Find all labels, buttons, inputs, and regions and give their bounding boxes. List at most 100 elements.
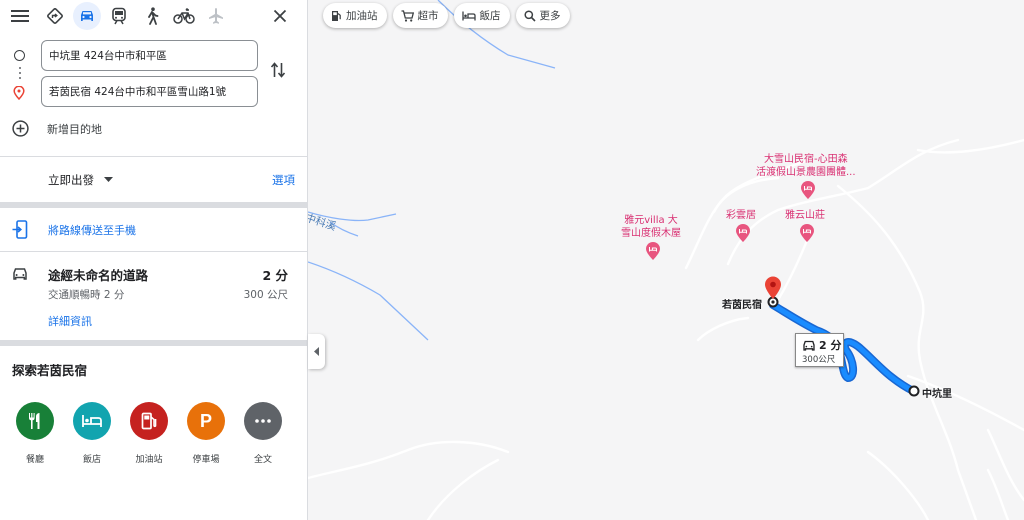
send-to-phone-button[interactable]: 將路線傳送至手機	[0, 212, 307, 248]
explore-category-label: 加油站	[135, 455, 163, 465]
poi-name-line: 彩雲居	[726, 210, 756, 221]
gas-station-icon	[130, 402, 168, 440]
chip-more[interactable]: 更多	[515, 3, 570, 28]
parking-icon: P	[187, 402, 225, 440]
route-distance: 300 公尺	[243, 289, 288, 301]
chip-label: 超市	[417, 10, 439, 22]
options-button[interactable]: 選項	[272, 172, 295, 188]
route-dot-icon	[18, 77, 21, 79]
hotel-icon	[461, 11, 476, 20]
mode-driving-button[interactable]	[73, 2, 101, 30]
explore-hotels-button[interactable]: 飯店	[67, 402, 117, 465]
trip-distance: 300公尺	[802, 355, 836, 365]
chip-label: 更多	[539, 10, 561, 22]
route-details-link[interactable]: 詳細資訊	[48, 313, 92, 329]
chip-hotels[interactable]: 飯店	[453, 3, 510, 28]
add-destination-button[interactable]: 新增目的地	[12, 120, 102, 137]
trip-duration: 2 分	[819, 339, 842, 352]
destination-red-pin	[765, 276, 781, 299]
origin-circle-icon	[14, 50, 25, 61]
airplane-icon	[209, 8, 223, 24]
swap-button[interactable]	[270, 60, 290, 84]
depart-now-label: 立即出發	[48, 173, 94, 187]
explore-category-label: 餐廳	[25, 455, 44, 465]
map-chip-bar: 加油站 超市 飯店 更多	[323, 3, 570, 28]
hotel-icon	[73, 402, 111, 440]
gas-station-icon	[332, 10, 341, 21]
collapse-panel-button[interactable]	[308, 334, 325, 369]
swap-icon	[270, 62, 286, 78]
route-dot-icon	[18, 67, 21, 69]
mode-walking-button[interactable]	[138, 2, 166, 30]
car-icon	[13, 268, 27, 280]
divider	[0, 202, 307, 208]
more-icon	[244, 402, 282, 440]
origin-input[interactable]: 中坑里 424台中市和平區	[41, 40, 258, 71]
poi-name-line: 大雪山民宿-心田森	[763, 154, 848, 165]
depart-now-dropdown[interactable]: 立即出發	[48, 172, 113, 188]
route-dot-icon	[18, 72, 21, 74]
map-base-layer	[308, 0, 1024, 520]
hotel-poi-pin-icon[interactable]	[800, 181, 816, 200]
departure-row: 立即出發 選項	[0, 160, 307, 200]
chip-label: 飯店	[479, 10, 501, 22]
hotel-poi-pin-icon[interactable]	[735, 224, 751, 243]
mode-transit-button[interactable]	[105, 2, 133, 30]
route-traffic-text: 交通順暢時 2 分	[48, 289, 125, 301]
hotel-poi-pin-icon[interactable]	[799, 224, 815, 243]
search-icon	[523, 9, 536, 22]
explore-section: 探索若茵民宿 餐廳 飯店 加油站 P 停車場 全文	[0, 350, 307, 520]
train-icon	[112, 7, 126, 25]
start-marker	[908, 385, 920, 397]
explore-restaurants-button[interactable]: 餐廳	[10, 402, 60, 465]
poi-label[interactable]: 彩雲居	[726, 209, 756, 222]
close-icon	[273, 9, 287, 23]
hotel-poi-pin-icon[interactable]	[645, 242, 661, 261]
origin-place-label[interactable]: 中坑里	[922, 385, 952, 400]
bicycle-icon	[173, 8, 195, 24]
river-lines	[308, 0, 556, 341]
route-option-card[interactable]: 途經未命名的道路 2 分 交通順暢時 2 分 300 公尺 詳細資訊	[0, 252, 307, 338]
directions-diamond-icon	[47, 8, 63, 24]
chip-supermarkets[interactable]: 超市	[392, 3, 448, 28]
poi-name-line: 雪山度假木屋	[621, 228, 681, 239]
route-duration: 2 分	[262, 268, 288, 283]
mode-cycling-button[interactable]	[170, 2, 198, 30]
poi-label[interactable]: 大雪山民宿-心田森 活渡假山景農園團體...	[756, 153, 856, 179]
divider	[0, 156, 307, 157]
mode-best-route-button[interactable]	[41, 2, 69, 30]
add-circle-icon	[12, 120, 29, 137]
close-directions-button[interactable]	[268, 4, 292, 28]
explore-more-button[interactable]: 全文	[238, 402, 288, 465]
explore-gas-stations-button[interactable]: 加油站	[124, 402, 174, 465]
explore-parking-button[interactable]: P 停車場	[181, 402, 231, 465]
menu-icon	[11, 10, 29, 22]
poi-name-line: 活渡假山景農園團體...	[756, 167, 856, 178]
route-title: 途經未命名的道路	[48, 268, 149, 283]
directions-panel: 中坑里 424台中市和平區 若茵民宿 424台中市和平區雪山路1號 新增目的地 …	[0, 0, 308, 520]
car-icon	[81, 11, 93, 21]
map-canvas[interactable]: 加油站 超市 飯店 更多 中科溪 大雪山民宿-心田森 活渡假山景農園團體... …	[308, 0, 1024, 520]
walking-icon	[148, 7, 159, 25]
route-inputs: 中坑里 424台中市和平區 若茵民宿 424台中市和平區雪山路1號 新增目的地	[0, 36, 307, 156]
poi-label[interactable]: 雅元villa 大 雪山度假木屋	[621, 214, 681, 240]
trip-info-box[interactable]: 2 分 300公尺	[795, 333, 844, 367]
destination-place-label[interactable]: 若茵民宿	[722, 296, 762, 311]
explore-category-label: 停車場	[192, 455, 220, 465]
explore-title: 探索若茵民宿	[12, 363, 88, 378]
menu-button[interactable]	[8, 4, 32, 28]
destination-input[interactable]: 若茵民宿 424台中市和平區雪山路1號	[41, 76, 258, 107]
cart-icon	[401, 9, 414, 22]
poi-name-line: 雅云山莊	[785, 210, 825, 221]
road-lines	[308, 138, 1024, 520]
mode-flight-button[interactable]	[202, 2, 230, 30]
chip-gas-stations[interactable]: 加油站	[323, 3, 387, 28]
divider	[0, 340, 307, 346]
destination-input-value: 若茵民宿 424台中市和平區雪山路1號	[49, 86, 227, 98]
chevron-left-icon	[313, 347, 319, 356]
explore-category-label: 全文	[253, 455, 272, 465]
restaurant-icon	[16, 402, 54, 440]
car-icon	[803, 340, 815, 351]
caret-down-icon	[104, 177, 113, 182]
poi-label[interactable]: 雅云山莊	[785, 209, 825, 222]
